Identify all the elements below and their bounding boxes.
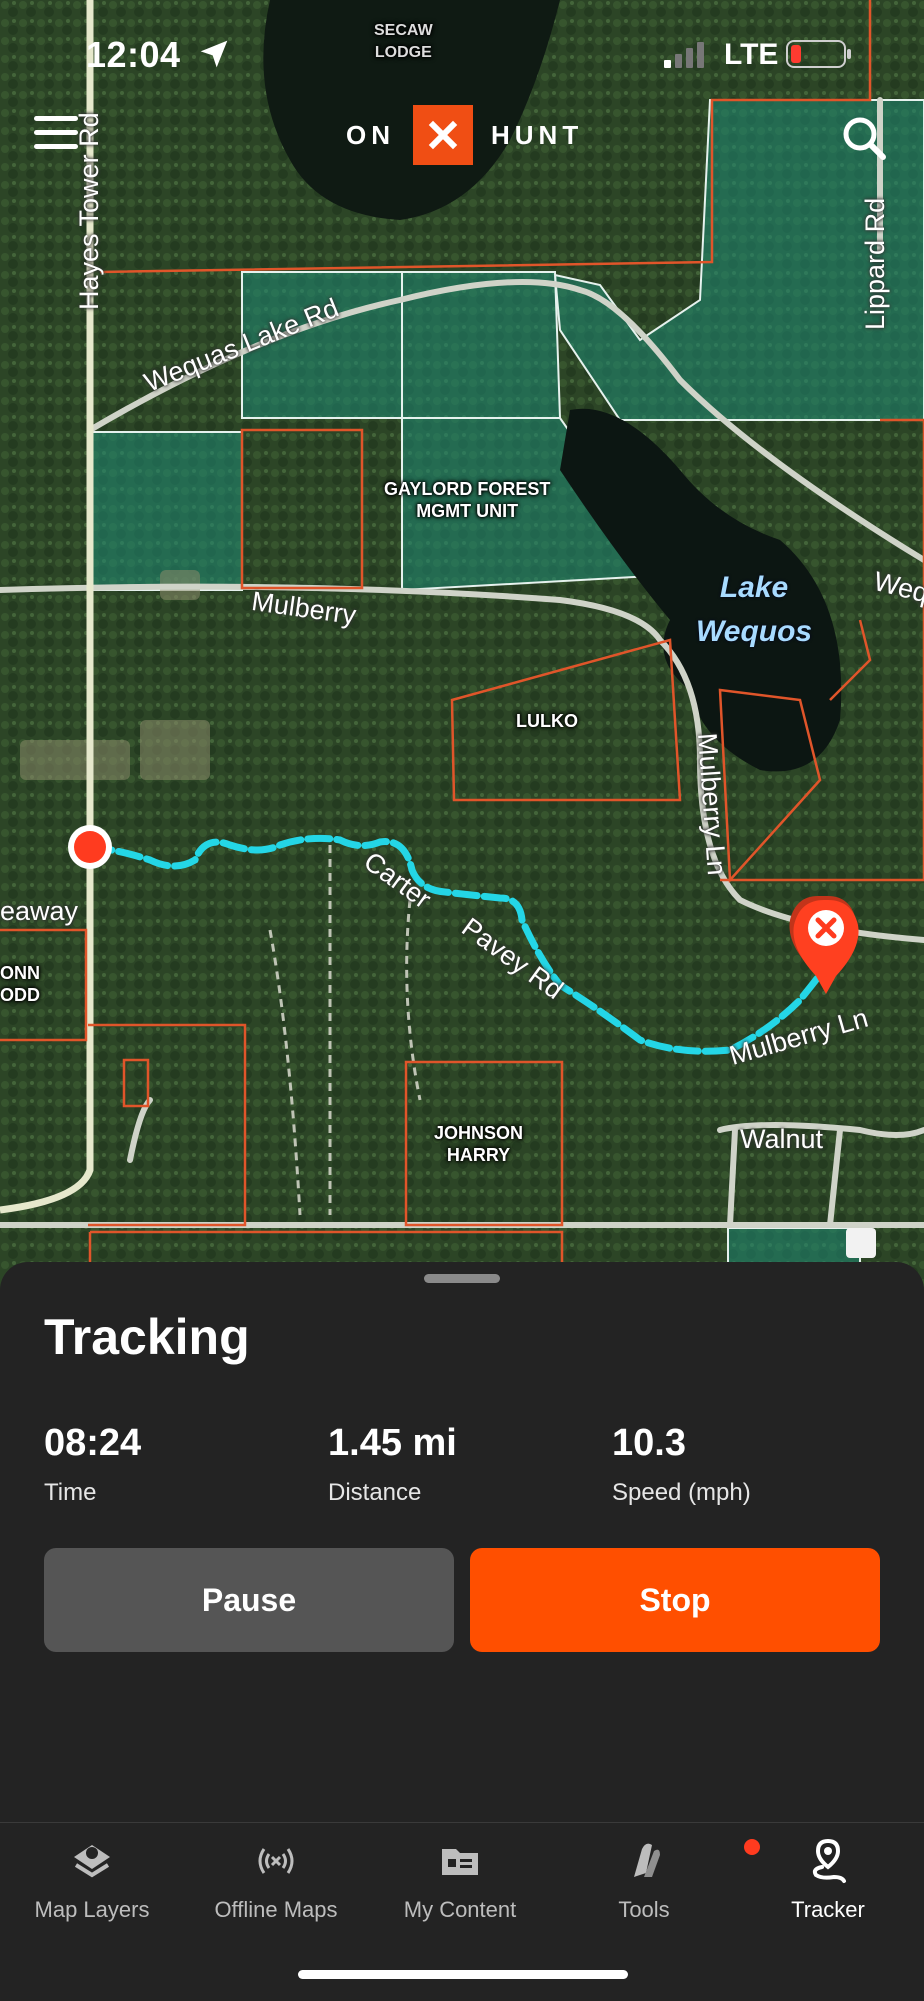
tab-offline-maps[interactable]: Offline Maps	[184, 1837, 368, 1947]
tracking-title: Tracking	[44, 1309, 250, 1365]
tab-tools[interactable]: Tools	[552, 1837, 736, 1947]
stat-speed-label: Speed (mph)	[612, 1479, 751, 1506]
label-donn-odd: ONN ODD	[0, 963, 40, 1005]
home-indicator[interactable]	[298, 1970, 628, 1979]
tab-map-layers[interactable]: Map Layers	[0, 1837, 184, 1947]
map-marker-icon[interactable]	[846, 1228, 876, 1258]
sheet-grabber[interactable]	[424, 1274, 500, 1283]
stat-time-value: 08:24	[44, 1422, 142, 1464]
logo-x-icon	[413, 105, 473, 165]
tab-map-layers-label: Map Layers	[34, 1897, 150, 1922]
road-lippard: Lippard Rd	[860, 197, 890, 330]
status-bar: 12:04 LTE	[0, 0, 924, 110]
stat-speed: 10.3 Speed (mph)	[612, 1422, 751, 1507]
stop-button[interactable]: Stop	[470, 1548, 880, 1652]
stat-distance-value: 1.45 mi	[328, 1422, 457, 1464]
search-icon[interactable]	[840, 114, 888, 162]
pause-button[interactable]: Pause	[44, 1548, 454, 1652]
stat-time-label: Time	[44, 1479, 97, 1506]
tab-offline-maps-label: Offline Maps	[214, 1897, 338, 1922]
label-johnson-harry: JOHNSON HARRY	[434, 1123, 524, 1165]
tab-tracker-label: Tracker	[791, 1897, 865, 1922]
tools-icon	[634, 1843, 660, 1877]
tab-my-content[interactable]: My Content	[368, 1837, 552, 1947]
logo-text-hunt: HUNT	[491, 119, 584, 150]
tracker-icon	[812, 1838, 846, 1883]
battery-icon	[786, 40, 851, 68]
offline-signal-icon	[258, 1848, 294, 1874]
stat-distance-label: Distance	[328, 1479, 422, 1506]
location-arrow-icon	[200, 40, 228, 68]
tab-my-content-label: My Content	[403, 1897, 517, 1922]
logo-text-on: ON	[346, 119, 395, 150]
onx-hunt-logo: ON HUNT	[346, 104, 583, 166]
signal-strength-icon	[664, 42, 704, 68]
menu-button[interactable]	[34, 116, 78, 156]
label-lulko: LULKO	[516, 711, 578, 731]
app-header: ON HUNT	[0, 100, 924, 170]
layers-icon	[74, 1845, 110, 1878]
tracking-panel: Tracking 08:24 Time 1.45 mi Distance 10.…	[0, 1262, 924, 1822]
tab-tracker[interactable]: Tracker	[736, 1837, 920, 1947]
folder-icon	[442, 1849, 478, 1875]
label-lake-wequos: Lake Wequos	[696, 571, 813, 648]
label-gaylord-forest: GAYLORD FOREST MGMT UNIT	[384, 479, 551, 521]
map-view[interactable]: SECAW LODGE GAYLORD FOREST MGMT UNIT LUL…	[0, 0, 924, 1290]
road-eaway: eaway	[0, 896, 79, 926]
stat-distance: 1.45 mi Distance	[328, 1422, 457, 1507]
status-time: 12:04	[86, 34, 181, 75]
road-walnut: Walnut	[740, 1124, 824, 1154]
status-carrier: LTE	[724, 38, 779, 71]
tab-tools-label: Tools	[618, 1897, 670, 1922]
stat-speed-value: 10.3	[612, 1422, 686, 1464]
stat-time: 08:24 Time	[44, 1422, 141, 1507]
